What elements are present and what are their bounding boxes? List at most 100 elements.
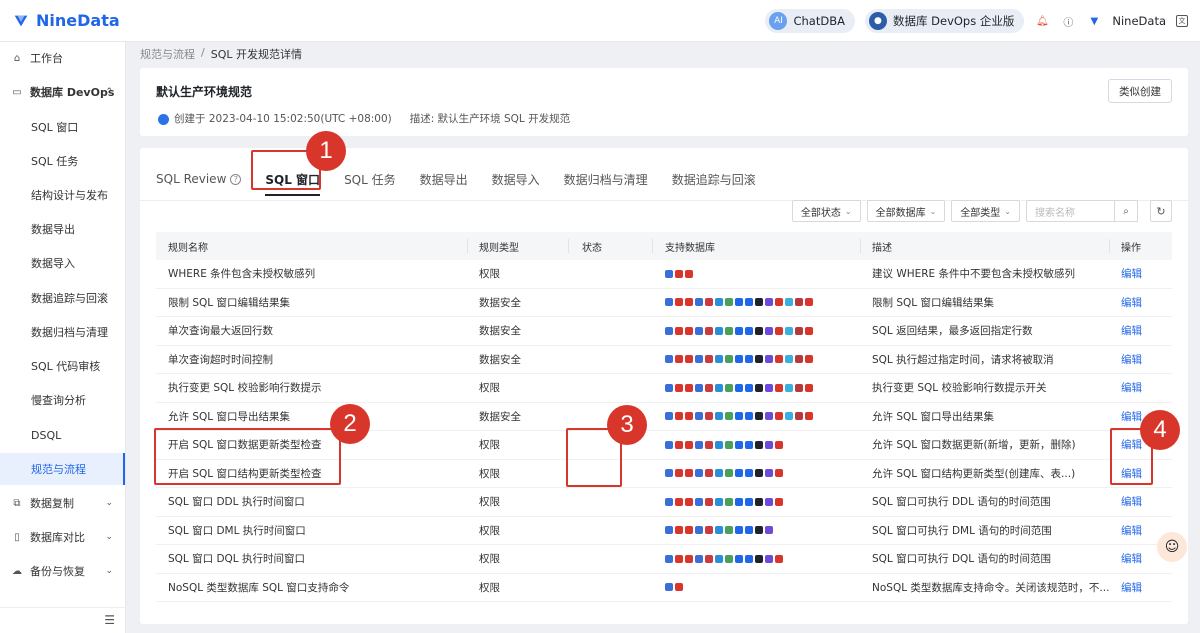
edit-link[interactable]: 编辑 <box>1121 352 1142 367</box>
edit-link[interactable]: 编辑 <box>1121 409 1142 424</box>
rule-description: SQL 窗口可执行 DQL 语句的时间范围 <box>872 553 1051 566</box>
logo-text: NineData <box>36 11 120 30</box>
collapse-menu-icon[interactable]: ☰ <box>104 613 115 627</box>
database-icon <box>755 383 763 392</box>
database-icon <box>725 469 733 478</box>
database-icon <box>675 412 683 421</box>
sidebar-item-slow-query[interactable]: 慢查询分析 <box>0 384 125 416</box>
database-icon <box>665 469 673 478</box>
bell-icon[interactable]: 🔔︎ <box>1034 13 1050 29</box>
database-icon <box>725 440 733 449</box>
sidebar-item-schema-design[interactable]: 结构设计与发布 <box>0 179 125 211</box>
database-icon <box>725 298 733 307</box>
tab-data-export[interactable]: 数据导出 <box>420 158 468 200</box>
tab-data-tracking[interactable]: 数据追踪与回滚 <box>672 158 756 200</box>
sidebar-item-workbench[interactable]: ⌂ 工作台 <box>0 42 125 74</box>
rule-description: 允许 SQL 窗口结构更新类型(创建库、表...) <box>872 467 1076 480</box>
logo[interactable]: NineData <box>12 11 120 30</box>
clone-button[interactable]: 类似创建 <box>1108 79 1172 103</box>
tab-data-archive[interactable]: 数据归档与清理 <box>564 158 648 200</box>
sidebar-item-data-export[interactable]: 数据导出 <box>0 213 125 245</box>
breadcrumb-parent[interactable]: 规范与流程 <box>140 46 195 62</box>
database-icon <box>685 554 693 563</box>
edit-link[interactable]: 编辑 <box>1121 295 1142 310</box>
edit-link[interactable]: 编辑 <box>1121 551 1142 566</box>
help-icon[interactable]: ⓘ <box>1060 13 1076 29</box>
database-filter[interactable]: 全部数据库 ⌄ <box>866 200 946 222</box>
database-icon <box>675 298 683 307</box>
database-icon <box>765 355 773 364</box>
rule-type: 数据安全 <box>479 410 521 423</box>
sidebar-item-backup[interactable]: ☁ 备份与恢复 ⌄ <box>0 555 125 587</box>
database-icon <box>705 554 713 563</box>
edit-link[interactable]: 编辑 <box>1121 380 1142 395</box>
sidebar-item-devops[interactable]: ▭ 数据库 DevOps ⌃ <box>0 76 125 108</box>
table-row: SQL 窗口 DQL 执行时间窗口 权限 SQL 窗口可执行 DQL 语句的时间… <box>156 545 1172 574</box>
supported-databases <box>665 554 783 563</box>
database-icon <box>675 383 683 392</box>
sidebar-item-sql-task[interactable]: SQL 任务 <box>0 145 125 177</box>
rule-type: 权限 <box>479 553 500 566</box>
database-icon <box>725 326 733 335</box>
edit-link[interactable]: 编辑 <box>1121 266 1142 281</box>
chatdba-button[interactable]: AI ChatDBA <box>765 9 855 33</box>
sidebar-item-code-review[interactable]: SQL 代码审核 <box>0 350 125 382</box>
database-icon <box>715 554 723 563</box>
database-icon <box>775 554 783 563</box>
tab-bar: SQL Review? SQL 窗口 SQL 任务 数据导出 数据导入 数据归档… <box>156 158 780 200</box>
search-icon[interactable]: ⌕ <box>1114 200 1138 222</box>
sidebar-item-data-import[interactable]: 数据导入 <box>0 247 125 279</box>
ninedata-logo-icon <box>14 15 28 26</box>
rule-name: SQL 窗口 DML 执行时间窗口 <box>168 524 306 537</box>
database-icon <box>715 412 723 421</box>
col-rule-type: 规则类型 <box>479 242 519 254</box>
chevron-down-icon: ⌄ <box>1004 206 1011 216</box>
database-icon <box>695 469 703 478</box>
language-icon[interactable]: 文 <box>1176 15 1188 27</box>
edit-link[interactable]: 编辑 <box>1121 494 1142 509</box>
rule-name: SQL 窗口 DDL 执行时间窗口 <box>168 496 305 509</box>
database-icon <box>735 383 743 392</box>
sidebar-item-spec-process[interactable]: 规范与流程 <box>0 453 125 485</box>
database-icon <box>755 326 763 335</box>
sidebar-item-data-tracking[interactable]: 数据追踪与回滚 <box>0 282 125 314</box>
database-icon <box>795 412 803 421</box>
edition-button[interactable]: ● 数据库 DevOps 企业版 <box>864 9 1025 33</box>
sidebar-item-replication[interactable]: ⧉ 数据复制 ⌄ <box>0 487 125 519</box>
database-icon <box>725 554 733 563</box>
database-icon <box>725 526 733 535</box>
database-icon <box>805 412 813 421</box>
edit-link[interactable]: 编辑 <box>1121 523 1142 538</box>
assistant-avatar-icon[interactable]: ☺ <box>1157 532 1187 562</box>
database-icon <box>665 326 673 335</box>
edit-link[interactable]: 编辑 <box>1121 580 1142 595</box>
search-input[interactable]: 搜索名称 ⌕ <box>1026 200 1138 222</box>
tab-label: 数据导出 <box>419 172 468 187</box>
database-icon <box>715 383 723 392</box>
edit-link[interactable]: 编辑 <box>1121 323 1142 338</box>
sidebar-item-dsql[interactable]: DSQL <box>0 419 125 451</box>
type-filter[interactable]: 全部类型 ⌄ <box>951 200 1020 222</box>
chevron-down-icon: ⌄ <box>105 498 113 508</box>
database-icon <box>775 298 783 307</box>
database-icon <box>765 298 773 307</box>
tab-sql-task[interactable]: SQL 任务 <box>344 158 396 200</box>
database-icon <box>695 383 703 392</box>
table-row: SQL 窗口 DML 执行时间窗口 权限 SQL 窗口可执行 DML 语句的时间… <box>156 517 1172 545</box>
tab-data-import[interactable]: 数据导入 <box>492 158 540 200</box>
status-filter[interactable]: 全部状态 ⌄ <box>791 200 861 222</box>
table-row: SQL 窗口 DDL 执行时间窗口 权限 SQL 窗口可执行 DDL 语句的时间… <box>156 488 1172 517</box>
sidebar-item-sql-window[interactable]: SQL 窗口 <box>0 111 125 143</box>
tab-sql-review[interactable]: SQL Review? <box>156 158 242 200</box>
user-name[interactable]: NineData <box>1112 14 1166 28</box>
sidebar-item-data-archive[interactable]: 数据归档与清理 <box>0 316 125 348</box>
help-icon[interactable]: ? <box>230 173 242 185</box>
top-bar: NineData AI ChatDBA ● 数据库 DevOps 企业版 🔔︎ … <box>0 0 1200 42</box>
rule-type: 数据安全 <box>479 296 521 309</box>
refresh-icon[interactable]: ↻ <box>1150 200 1172 222</box>
sidebar-item-db-compare[interactable]: ▯ 数据库对比 ⌄ <box>0 521 125 553</box>
database-icon <box>735 526 743 535</box>
supported-databases <box>665 469 783 478</box>
table-row: 允许 SQL 窗口导出结果集 数据安全 允许 SQL 窗口导出结果集 编辑 <box>156 403 1172 431</box>
tab-label: 数据追踪与回滚 <box>671 172 756 187</box>
